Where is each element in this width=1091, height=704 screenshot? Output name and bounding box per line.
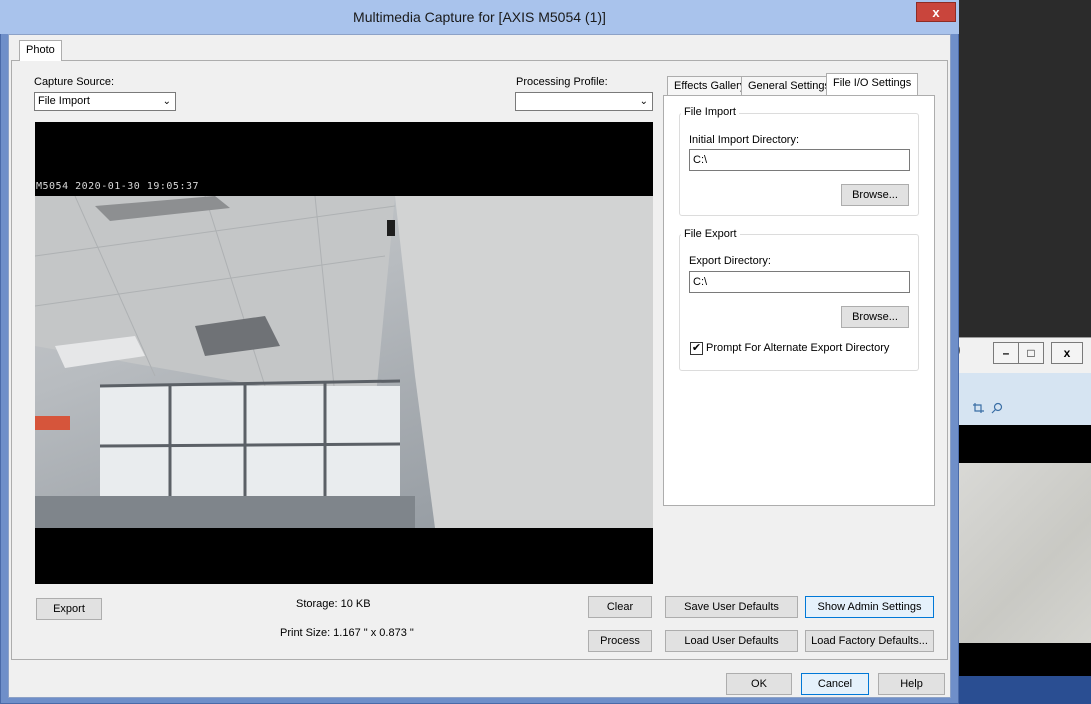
bg-restore-button[interactable]: □: [1018, 342, 1044, 364]
clear-button[interactable]: Clear: [588, 596, 652, 618]
export-directory-input[interactable]: C:\: [689, 271, 910, 293]
process-button[interactable]: Process: [588, 630, 652, 652]
background-taskbar: [957, 676, 1091, 704]
import-browse-button[interactable]: Browse...: [841, 184, 909, 206]
load-user-defaults-button[interactable]: Load User Defaults: [665, 630, 798, 652]
bg-minimize-button[interactable]: –: [993, 342, 1019, 364]
prompt-alternate-export-checkbox[interactable]: ✔: [690, 342, 703, 355]
chevron-down-icon: ⌄: [162, 96, 171, 107]
storage-label: Storage: 10 KB: [296, 598, 371, 610]
tab-file-io-settings[interactable]: File I/O Settings: [826, 73, 919, 97]
processing-profile-label: Processing Profile:: [516, 76, 608, 88]
tab-effects-gallery[interactable]: Effects Gallery: [667, 76, 753, 97]
capture-source-value: File Import: [38, 95, 90, 107]
tab-general-settings[interactable]: General Settings: [741, 76, 837, 97]
window-title: Multimedia Capture for [AXIS M5054 (1)]: [353, 9, 606, 25]
crop-icon[interactable]: [972, 402, 986, 417]
ok-button[interactable]: OK: [726, 673, 792, 695]
import-directory-label: Initial Import Directory:: [689, 134, 800, 146]
cancel-button[interactable]: Cancel: [801, 673, 869, 695]
timestamp-overlay: M5054 2020-01-30 19:05:37: [36, 181, 200, 192]
export-browse-button[interactable]: Browse...: [841, 306, 909, 328]
checkmark-icon: ✔: [691, 342, 702, 354]
search-icon[interactable]: [990, 402, 1004, 417]
background-window-toolbar: [957, 373, 1091, 425]
capture-source-select[interactable]: File Import ⌄: [34, 92, 176, 111]
show-admin-settings-button[interactable]: Show Admin Settings: [805, 596, 934, 618]
background-video-image: [957, 463, 1091, 643]
export-directory-label: Export Directory:: [689, 255, 771, 267]
processing-profile-select[interactable]: ⌄: [515, 92, 653, 111]
file-import-group-title: File Import: [681, 106, 739, 118]
export-button[interactable]: Export: [36, 598, 102, 620]
load-factory-defaults-button[interactable]: Load Factory Defaults...: [805, 630, 934, 652]
tab-photo[interactable]: Photo: [19, 40, 62, 61]
chevron-down-icon: ⌄: [639, 96, 648, 107]
restore-icon: □: [1027, 346, 1035, 360]
bg-close-button[interactable]: x: [1051, 342, 1083, 364]
close-button[interactable]: x: [916, 2, 956, 22]
import-directory-input[interactable]: C:\: [689, 149, 910, 171]
close-icon: x: [932, 5, 940, 20]
print-size-label: Print Size: 1.167 " x 0.873 ": [280, 627, 414, 639]
file-export-group-title: File Export: [681, 228, 740, 240]
background-video-bottom-band: [957, 643, 1091, 676]
save-user-defaults-button[interactable]: Save User Defaults: [665, 596, 798, 618]
capture-source-label: Capture Source:: [34, 76, 115, 88]
minimize-icon: –: [1002, 346, 1010, 360]
help-button[interactable]: Help: [878, 673, 945, 695]
close-icon: x: [1063, 346, 1071, 360]
prompt-alternate-export-label: Prompt For Alternate Export Directory: [706, 342, 890, 354]
camera-image: [35, 196, 653, 528]
background-video-top-band: [957, 425, 1091, 463]
